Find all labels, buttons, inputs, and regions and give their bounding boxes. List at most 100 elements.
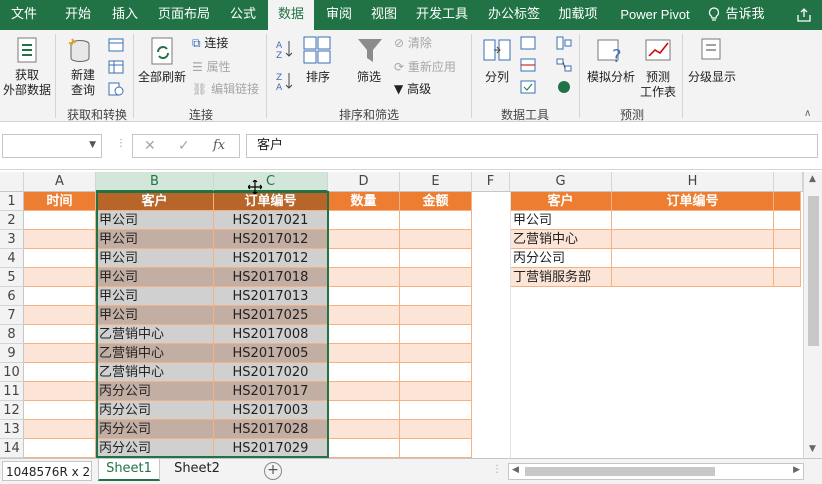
data-model-icon[interactable]	[556, 80, 572, 97]
cell-order-number[interactable]: HS2017021	[214, 211, 328, 230]
cell-customer[interactable]: 甲公司	[96, 287, 214, 306]
row-header-3[interactable]: 3	[0, 230, 24, 249]
cell-amount[interactable]	[400, 401, 472, 420]
cell-amount[interactable]	[400, 211, 472, 230]
cell-customer[interactable]: 甲公司	[96, 268, 214, 287]
cell-time[interactable]	[24, 287, 96, 306]
tell-me-search[interactable]: 告诉我	[722, 0, 768, 30]
cell-customer[interactable]: 丙分公司	[96, 382, 214, 401]
select-all-corner[interactable]	[0, 172, 24, 192]
right-cell-extra[interactable]	[774, 249, 801, 268]
row-header-12[interactable]: 12	[0, 401, 24, 420]
column-header-c[interactable]: C	[214, 172, 328, 192]
cell-customer[interactable]: 乙营销中心	[96, 363, 214, 382]
horizontal-scrollbar[interactable]: ◀ ▶	[508, 463, 804, 480]
cell-customer[interactable]: 甲公司	[96, 306, 214, 325]
row-header-1[interactable]: 1	[0, 192, 24, 211]
vertical-scrollbar[interactable]: ▲ ▼	[803, 172, 822, 458]
cell-time[interactable]	[24, 230, 96, 249]
what-if-analysis-button[interactable]: 模拟分析	[582, 70, 640, 85]
row-header-4[interactable]: 4	[0, 249, 24, 268]
cell-quantity[interactable]	[328, 401, 400, 420]
row-header-8[interactable]: 8	[0, 325, 24, 344]
header-cell-1[interactable]: 客户	[96, 192, 214, 211]
right-cell-customer[interactable]: 丁营销服务部	[510, 268, 612, 287]
cell-amount[interactable]	[400, 344, 472, 363]
new-query-button[interactable]: 新建 查询	[60, 68, 106, 98]
cell-amount[interactable]	[400, 268, 472, 287]
column-header-h[interactable]: H	[612, 172, 774, 192]
cell-time[interactable]	[24, 306, 96, 325]
cell-customer[interactable]: 甲公司	[96, 230, 214, 249]
cell-order-number[interactable]: HS2017017	[214, 382, 328, 401]
cell-customer[interactable]: 乙营销中心	[96, 325, 214, 344]
cell-order-number[interactable]: HS2017003	[214, 401, 328, 420]
forecast-sheet-button[interactable]: 预测 工作表	[636, 70, 680, 100]
advanced-filter-button[interactable]: ▼ 高级	[394, 80, 431, 98]
refresh-all-button[interactable]: 全部刷新	[134, 70, 190, 85]
cell-time[interactable]	[24, 382, 96, 401]
cell-time[interactable]	[24, 344, 96, 363]
row-header-10[interactable]: 10	[0, 363, 24, 382]
cell-time[interactable]	[24, 363, 96, 382]
tab-review[interactable]: 审阅	[318, 0, 360, 30]
header-cell-3[interactable]: 数量	[328, 192, 400, 211]
row-header-2[interactable]: 2	[0, 211, 24, 230]
tab-splitter-icon[interactable]: ⋮	[492, 464, 502, 475]
relationships-icon[interactable]	[556, 58, 572, 75]
formula-input[interactable]: 客户	[246, 134, 818, 158]
row-header-13[interactable]: 13	[0, 420, 24, 439]
cell-order-number[interactable]: HS2017025	[214, 306, 328, 325]
right-cell-extra[interactable]	[774, 268, 801, 287]
cell-order-number[interactable]: HS2017012	[214, 230, 328, 249]
tab-developer[interactable]: 开发工具	[410, 0, 474, 30]
check-icon[interactable]: ✓	[178, 138, 190, 154]
cell-quantity[interactable]	[328, 382, 400, 401]
scroll-up-icon[interactable]: ▲	[809, 174, 816, 184]
reapply-button[interactable]: ⟳ 重新应用	[394, 58, 456, 76]
cell-time[interactable]	[24, 439, 96, 458]
cell-quantity[interactable]	[328, 363, 400, 382]
get-external-data-button[interactable]: 获取 外部数据	[0, 68, 54, 98]
header-cell-2[interactable]: 订单编号	[214, 192, 328, 211]
column-header-d[interactable]: D	[328, 172, 400, 192]
sort-az-icon[interactable]: AZ	[276, 38, 294, 63]
row-header-11[interactable]: 11	[0, 382, 24, 401]
cell-time[interactable]	[24, 420, 96, 439]
cancel-icon[interactable]: ✕	[144, 138, 156, 154]
data-validation-icon[interactable]	[520, 80, 536, 97]
right-cell-order-number[interactable]	[612, 230, 774, 249]
tab-office-tab[interactable]: 办公标签	[482, 0, 546, 30]
tab-data[interactable]: 数据	[268, 0, 314, 30]
cell-customer[interactable]: 丙分公司	[96, 401, 214, 420]
tab-formulas[interactable]: 公式	[222, 0, 264, 30]
cell-amount[interactable]	[400, 363, 472, 382]
right-header-cell-1[interactable]: 订单编号	[612, 192, 774, 211]
vertical-scroll-thumb[interactable]	[808, 196, 819, 346]
cell-time[interactable]	[24, 268, 96, 287]
cell-order-number[interactable]: HS2017013	[214, 287, 328, 306]
text-to-columns-button[interactable]: 分列	[478, 70, 516, 85]
cell-customer[interactable]: 甲公司	[96, 249, 214, 268]
tab-page-layout[interactable]: 页面布局	[152, 0, 216, 30]
from-table-icon[interactable]	[108, 60, 124, 77]
cell-time[interactable]	[24, 211, 96, 230]
cell-order-number[interactable]: HS2017028	[214, 420, 328, 439]
column-header-b[interactable]: B	[96, 172, 214, 192]
cell-amount[interactable]	[400, 287, 472, 306]
sheet-tab-sheet2[interactable]: Sheet2	[166, 459, 228, 481]
tab-insert[interactable]: 插入	[104, 0, 146, 30]
name-box[interactable]: ▼	[2, 134, 102, 158]
cell-order-number[interactable]: HS2017008	[214, 325, 328, 344]
cell-customer[interactable]: 丙分公司	[96, 420, 214, 439]
cell-amount[interactable]	[400, 382, 472, 401]
consolidate-icon[interactable]	[556, 36, 572, 53]
cell-quantity[interactable]	[328, 268, 400, 287]
cell-order-number[interactable]: HS2017012	[214, 249, 328, 268]
flash-fill-icon[interactable]	[520, 36, 536, 53]
remove-duplicates-icon[interactable]	[520, 58, 536, 75]
properties-button[interactable]: ☰ 属性	[192, 58, 231, 76]
row-header-7[interactable]: 7	[0, 306, 24, 325]
row-header-6[interactable]: 6	[0, 287, 24, 306]
outline-button[interactable]: 分级显示	[684, 70, 740, 85]
